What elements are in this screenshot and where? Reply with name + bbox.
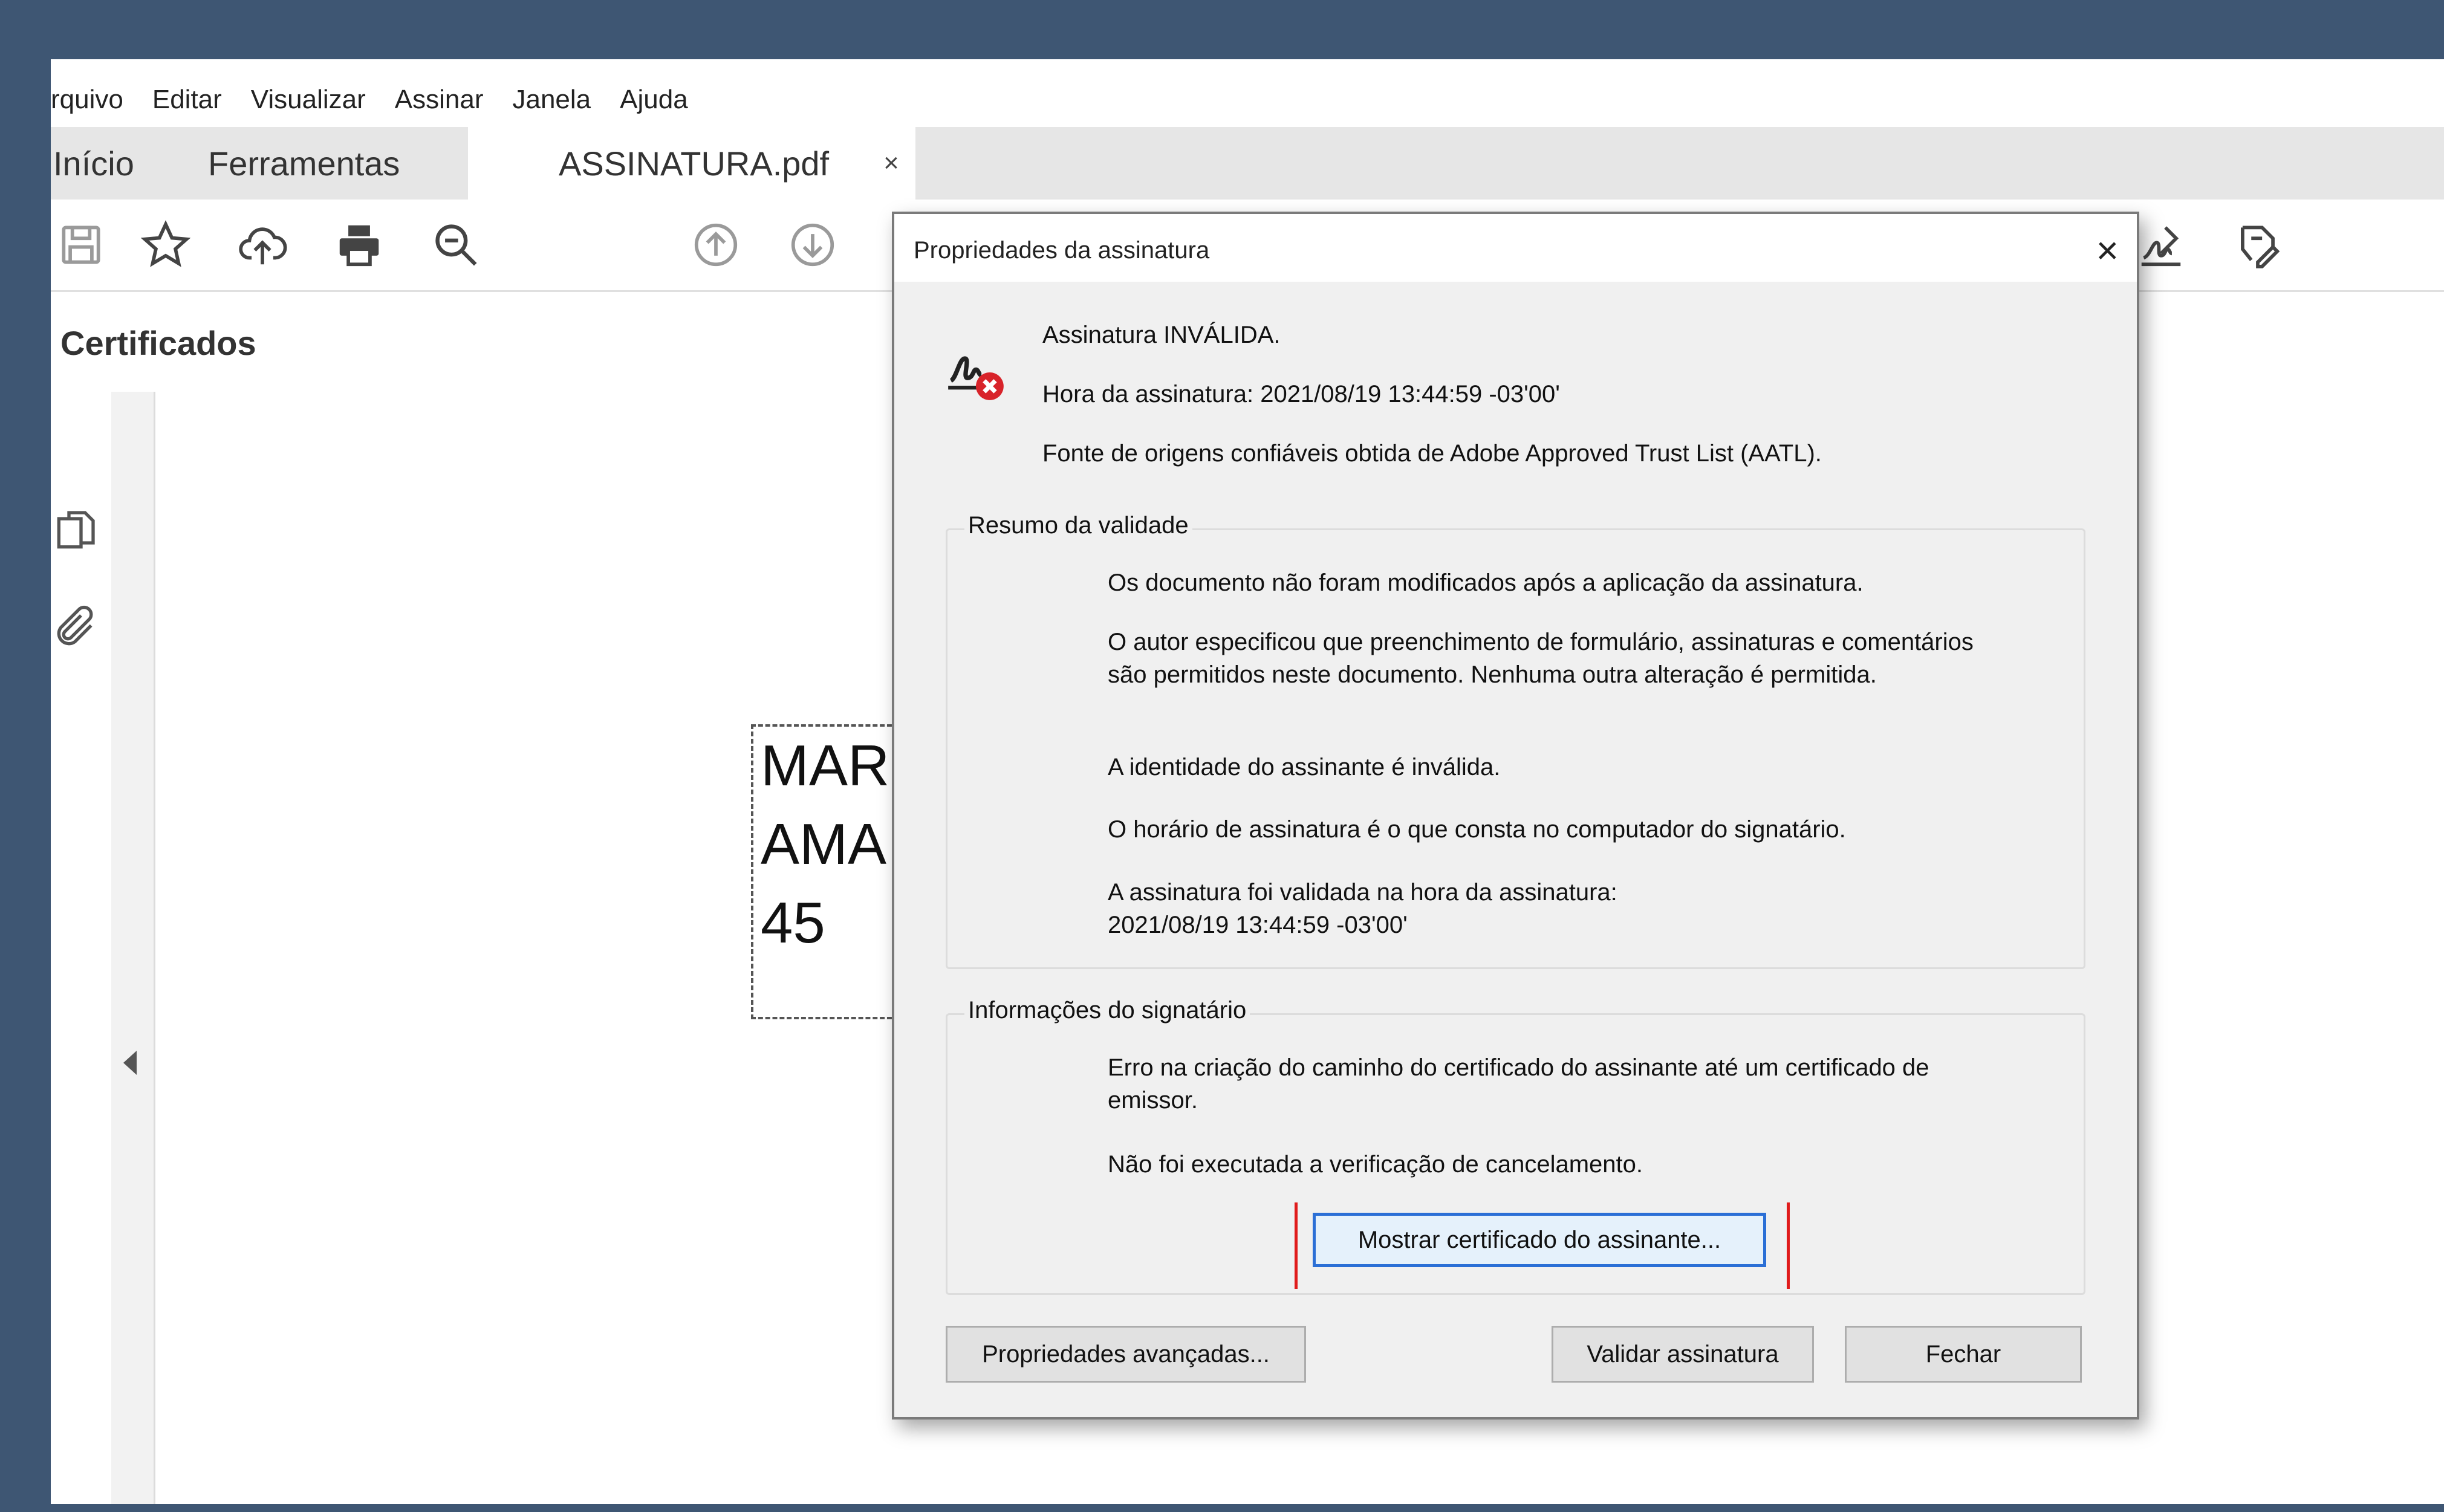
dialog-body: Assinatura INVÁLIDA. Hora da assinatura:… bbox=[894, 282, 2137, 1417]
signature-properties-dialog: Propriedades da assinatura × Assinatura … bbox=[892, 212, 2139, 1420]
tab-document[interactable]: ASSINATURA.pdf × bbox=[468, 127, 915, 200]
page-up-icon[interactable] bbox=[686, 215, 746, 275]
pages-icon[interactable] bbox=[51, 507, 99, 555]
fill-sign-icon[interactable] bbox=[2228, 215, 2288, 275]
panel-title: Certificados bbox=[60, 324, 256, 362]
menu-bar: rquivo Editar Visualizar Assinar Janela … bbox=[51, 73, 2444, 127]
signer-info-item: Erro na criação do caminho do certificad… bbox=[1108, 1054, 1929, 1114]
validity-item: O horário de assinatura é o que consta n… bbox=[1108, 816, 1846, 843]
close-icon[interactable]: × bbox=[2096, 226, 2119, 274]
page-down-icon[interactable] bbox=[782, 215, 843, 275]
attachment-icon[interactable] bbox=[51, 603, 99, 652]
annotation-red-mark-left bbox=[1295, 1202, 1298, 1289]
left-rail bbox=[51, 392, 113, 1504]
invalid-signature-icon bbox=[943, 339, 1009, 406]
close-button[interactable]: Fechar bbox=[1845, 1326, 2082, 1383]
validate-signature-button[interactable]: Validar assinatura bbox=[1552, 1326, 1814, 1383]
menu-janela[interactable]: Janela bbox=[512, 85, 591, 115]
save-icon[interactable] bbox=[51, 215, 111, 275]
tab-home-label: Início bbox=[53, 144, 134, 183]
dialog-title: Propriedades da assinatura bbox=[914, 237, 1210, 264]
validity-summary-legend: Resumo da validade bbox=[964, 512, 1192, 539]
validity-summary-group: Resumo da validade Os documento não fora… bbox=[946, 512, 2085, 969]
status-trust-source: Fonte de origens confiáveis obtida de Ad… bbox=[1042, 440, 1822, 467]
signer-info-item: Não foi executada a verificação de cance… bbox=[1108, 1151, 1643, 1178]
star-icon[interactable] bbox=[135, 215, 196, 275]
tab-bar: Início Ferramentas ASSINATURA.pdf × bbox=[51, 127, 2444, 201]
menu-editar[interactable]: Editar bbox=[152, 85, 222, 115]
sign-icon[interactable] bbox=[2131, 215, 2191, 275]
signer-info-legend: Informações do signatário bbox=[964, 997, 1250, 1024]
menu-visualizar[interactable]: Visualizar bbox=[251, 85, 366, 115]
annotation-red-mark-right bbox=[1787, 1202, 1790, 1289]
collapse-arrow-icon[interactable] bbox=[123, 1051, 137, 1075]
advanced-properties-button[interactable]: Propriedades avançadas... bbox=[946, 1326, 1306, 1383]
menu-arquivo[interactable]: rquivo bbox=[51, 85, 123, 115]
tab-tools[interactable]: Ferramentas bbox=[208, 127, 400, 200]
tab-tools-label: Ferramentas bbox=[208, 144, 400, 183]
title-bar bbox=[51, 59, 2444, 73]
validity-item: O autor especificou que preenchimento de… bbox=[1108, 629, 1974, 688]
validity-item: A assinatura foi validada na hora da ass… bbox=[1108, 879, 1617, 938]
validity-item: Os documento não foram modificados após … bbox=[1108, 569, 1864, 596]
tab-document-label: ASSINATURA.pdf bbox=[559, 144, 830, 183]
show-signer-certificate-button[interactable]: Mostrar certificado do assinante... bbox=[1313, 1213, 1766, 1267]
validity-item: A identidade do assinante é inválida. bbox=[1108, 754, 1501, 780]
zoom-search-icon[interactable] bbox=[426, 215, 486, 275]
status-invalid: Assinatura INVÁLIDA. bbox=[1042, 322, 1281, 348]
tab-home[interactable]: Início bbox=[53, 127, 134, 200]
panel-collapser[interactable] bbox=[111, 392, 155, 1504]
close-icon[interactable]: × bbox=[883, 148, 899, 178]
print-icon[interactable] bbox=[329, 215, 389, 275]
cloud-upload-icon[interactable] bbox=[232, 215, 293, 275]
menu-assinar[interactable]: Assinar bbox=[395, 85, 484, 115]
status-signing-time: Hora da assinatura: 2021/08/19 13:44:59 … bbox=[1042, 381, 1560, 407]
menu-ajuda[interactable]: Ajuda bbox=[620, 85, 688, 115]
